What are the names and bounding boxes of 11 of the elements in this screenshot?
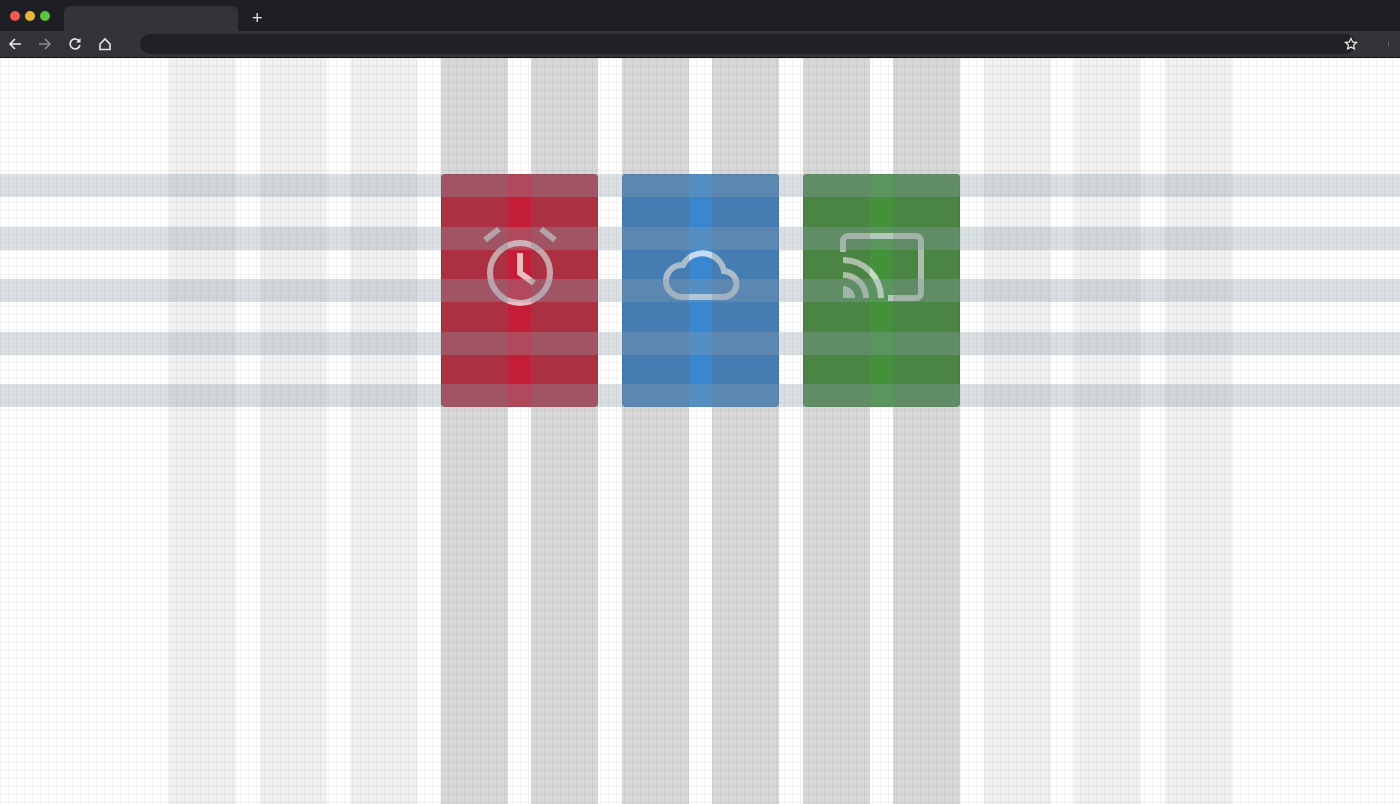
close-window-dot[interactable] bbox=[10, 10, 20, 21]
home-icon[interactable] bbox=[98, 37, 112, 51]
app-tile[interactable] bbox=[802, 174, 961, 407]
app-tile[interactable] bbox=[621, 174, 780, 407]
forward-icon[interactable] bbox=[38, 37, 52, 51]
new-tab-button[interactable]: + bbox=[246, 8, 269, 27]
back-icon[interactable] bbox=[8, 37, 22, 51]
maximize-window-dot[interactable] bbox=[40, 10, 50, 21]
app-tile[interactable] bbox=[440, 174, 599, 407]
minimize-window-dot[interactable] bbox=[25, 10, 35, 21]
reload-icon[interactable] bbox=[68, 37, 82, 51]
